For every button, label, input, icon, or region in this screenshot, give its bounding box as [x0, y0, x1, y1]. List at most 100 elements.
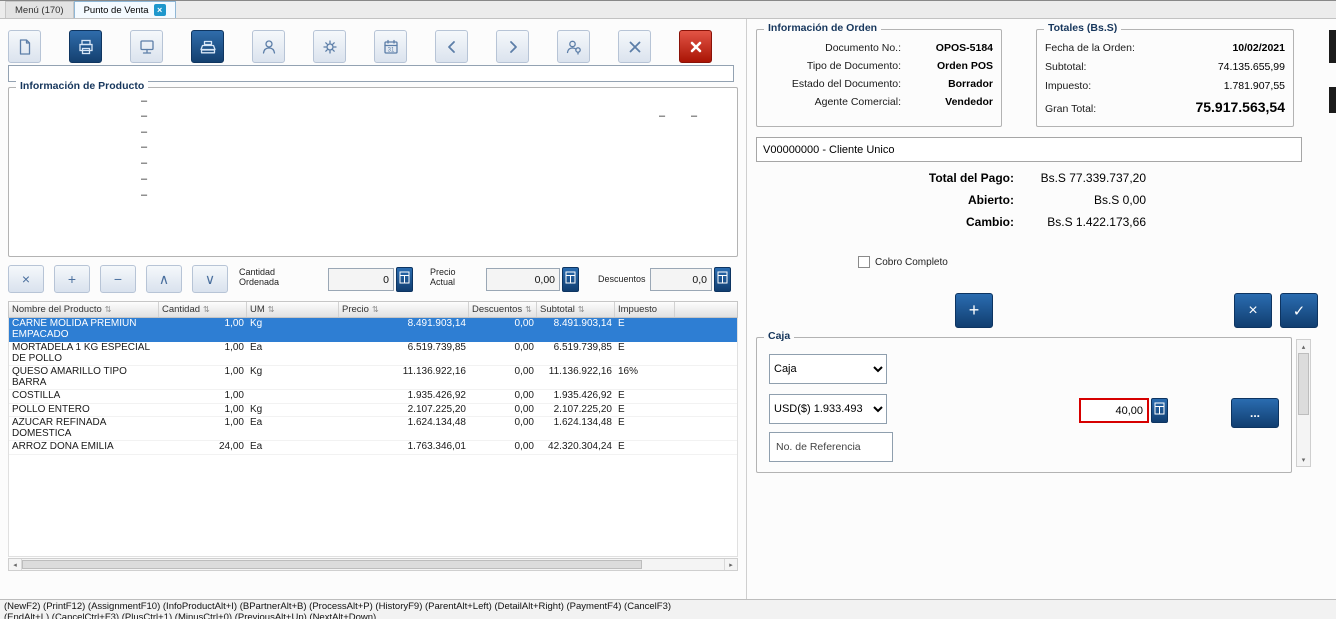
qty-ordered-input[interactable] — [328, 268, 394, 291]
new-document-icon — [16, 38, 34, 56]
table-row[interactable]: ARROZ DOÑA EMILIA 24,00 Ea 1.763.346,01 0,00… — [9, 441, 737, 455]
payment-total-label: Total del Pago: — [928, 171, 1014, 185]
cell-discount: 0,00 — [514, 366, 534, 377]
subtotal-value: 74.135.655,99 — [1217, 61, 1285, 73]
delete-line-button[interactable]: × — [8, 265, 44, 293]
exit-button[interactable] — [679, 30, 712, 63]
scroll-left-icon[interactable]: ◂ — [9, 559, 22, 570]
cash-register-button[interactable] — [191, 30, 224, 63]
cash-panel: Caja Caja USD($) 1.933.493 ... — [756, 330, 1292, 473]
document-no-label: Documento No.: — [825, 42, 901, 54]
scroll-up-icon[interactable]: ▴ — [1297, 340, 1310, 353]
column-header-product[interactable]: Nombre del Producto ⇅ — [9, 302, 159, 317]
table-header: Nombre del Producto ⇅ Cantidad ⇅ UM ⇅ Preci… — [8, 301, 738, 318]
payment-open-value: Bs.S 0,00 — [1093, 193, 1146, 207]
cell-um: Kg — [250, 403, 263, 415]
discounts-label: Descuentos — [598, 274, 646, 284]
tab-menu[interactable]: Menú (170) — [5, 1, 74, 18]
column-header-price[interactable]: Precio ⇅ — [339, 302, 469, 317]
document-type-value: Orden POS — [936, 60, 993, 72]
scroll-down-icon[interactable]: ▾ — [1297, 453, 1310, 466]
payment-amount-input[interactable] — [1079, 398, 1149, 423]
cell-discount: 0,00 — [514, 342, 534, 353]
chevron-left-icon — [443, 38, 461, 56]
sort-icon[interactable]: ⇅ — [268, 305, 275, 314]
business-partner-button[interactable] — [252, 30, 285, 63]
calculator-icon — [717, 271, 728, 289]
currency-select[interactable]: USD($) 1.933.493 — [769, 394, 887, 424]
move-down-button[interactable]: ∨ — [192, 265, 228, 293]
full-payment-checkbox[interactable] — [858, 256, 870, 268]
column-header-tax[interactable]: Impuesto — [615, 302, 675, 317]
price-calculator-button[interactable] — [562, 267, 579, 292]
add-line-button[interactable]: + — [54, 265, 90, 293]
pos-terminal-button[interactable] — [130, 30, 163, 63]
cancel-payment-button[interactable]: × — [1234, 293, 1272, 328]
qty-ordered-label: Cantidad Ordenada — [239, 267, 280, 288]
discounts-input[interactable] — [650, 268, 712, 291]
discount-calculator-button[interactable] — [714, 267, 731, 292]
right-edge-bar — [1329, 30, 1336, 63]
sort-icon[interactable]: ⇅ — [578, 305, 585, 314]
horizontal-scrollbar[interactable]: ◂ ▸ — [8, 558, 738, 571]
table-row[interactable]: CARNE MOLIDA PREMIUN EMPACADO 1,00 Kg 8.491… — [9, 318, 737, 342]
next-record-button[interactable] — [496, 30, 529, 63]
scrollbar-track[interactable] — [1297, 415, 1310, 453]
cell-um: Ea — [250, 342, 263, 353]
sort-icon[interactable]: ⇅ — [203, 305, 210, 314]
scrollbar-thumb[interactable] — [22, 560, 642, 569]
cell-price: 6.519.739,85 — [407, 342, 466, 353]
move-up-button[interactable]: ∧ — [146, 265, 182, 293]
column-header-subtotal[interactable]: Subtotal ⇅ — [537, 302, 615, 317]
calendar-icon: 31 — [382, 38, 400, 56]
full-payment-label: Cobro Completo — [875, 256, 948, 268]
reference-no-input[interactable] — [769, 432, 893, 462]
cell-qty: 1,00 — [224, 366, 244, 377]
preferences-button[interactable] — [313, 30, 346, 63]
sort-icon[interactable]: ⇅ — [105, 305, 112, 314]
cell-filler — [675, 404, 737, 417]
vertical-scrollbar[interactable]: ▴ ▾ — [1296, 339, 1311, 467]
cell-subtotal: 1.935.426,92 — [553, 390, 612, 401]
pos-terminal-icon — [138, 38, 156, 56]
column-header-discounts[interactable]: Descuentos ⇅ — [469, 302, 537, 317]
add-payment-button[interactable]: + — [955, 293, 993, 328]
cell-tax: E — [618, 342, 625, 353]
customer-input[interactable] — [756, 137, 1302, 162]
more-options-button[interactable]: ... — [1231, 398, 1279, 428]
sort-icon[interactable]: ⇅ — [372, 305, 379, 314]
amount-calculator-button[interactable] — [1151, 398, 1168, 423]
previous-record-button[interactable] — [435, 30, 468, 63]
payment-method-select[interactable]: Caja — [769, 354, 887, 384]
payment-change-value: Bs.S 1.422.173,66 — [1047, 215, 1146, 229]
cancel-button[interactable] — [618, 30, 651, 63]
cell-discount: 0,00 — [514, 403, 534, 415]
column-header-qty[interactable]: Cantidad ⇅ — [159, 302, 247, 317]
scroll-right-icon[interactable]: ▸ — [724, 559, 737, 570]
table-row[interactable]: MORTADELA 1 KG ESPECIAL DE POLLO 1,00 Ea 6.… — [9, 342, 737, 366]
calendar-button[interactable]: 31 — [374, 30, 407, 63]
svg-text:31: 31 — [387, 47, 394, 53]
cell-tax: E — [618, 441, 625, 452]
scrollbar-thumb[interactable] — [1298, 353, 1309, 415]
table-row[interactable]: POLLO ENTERO 1,00 Kg 2.107.225,20 0,00 2.107.… — [9, 403, 737, 417]
scrollbar-track[interactable] — [642, 559, 724, 570]
column-header-um[interactable]: UM ⇅ — [247, 302, 339, 317]
cell-subtotal: 1.624.134,48 — [553, 417, 612, 428]
cell-price: 2.107.225,20 — [407, 403, 466, 415]
tax-value: 1.781.907,55 — [1223, 80, 1285, 92]
table-row[interactable]: AZUCAR REFINADA DOMESTICA 1,00 Ea 1.624.134… — [9, 417, 737, 441]
minus-line-button[interactable]: − — [100, 265, 136, 293]
sales-rep-button[interactable] — [557, 30, 590, 63]
new-document-button[interactable] — [8, 30, 41, 63]
print-button[interactable] — [69, 30, 102, 63]
tab-close-icon[interactable]: × — [153, 4, 166, 16]
table-row[interactable]: COSTILLA 1,00 1.935.426,92 0,00 1.935.426,92… — [9, 390, 737, 404]
cell-discount: 0,00 — [514, 390, 534, 401]
confirm-payment-button[interactable]: ✓ — [1280, 293, 1318, 328]
tab-punto-de-venta[interactable]: Punto de Venta × — [73, 1, 176, 18]
table-row[interactable]: QUESO AMARILLO TIPO BARRA 1,00 Kg 11.136.92… — [9, 366, 737, 390]
sort-icon[interactable]: ⇅ — [525, 305, 532, 314]
qty-calculator-button[interactable] — [396, 267, 413, 292]
current-price-input[interactable] — [486, 268, 560, 291]
